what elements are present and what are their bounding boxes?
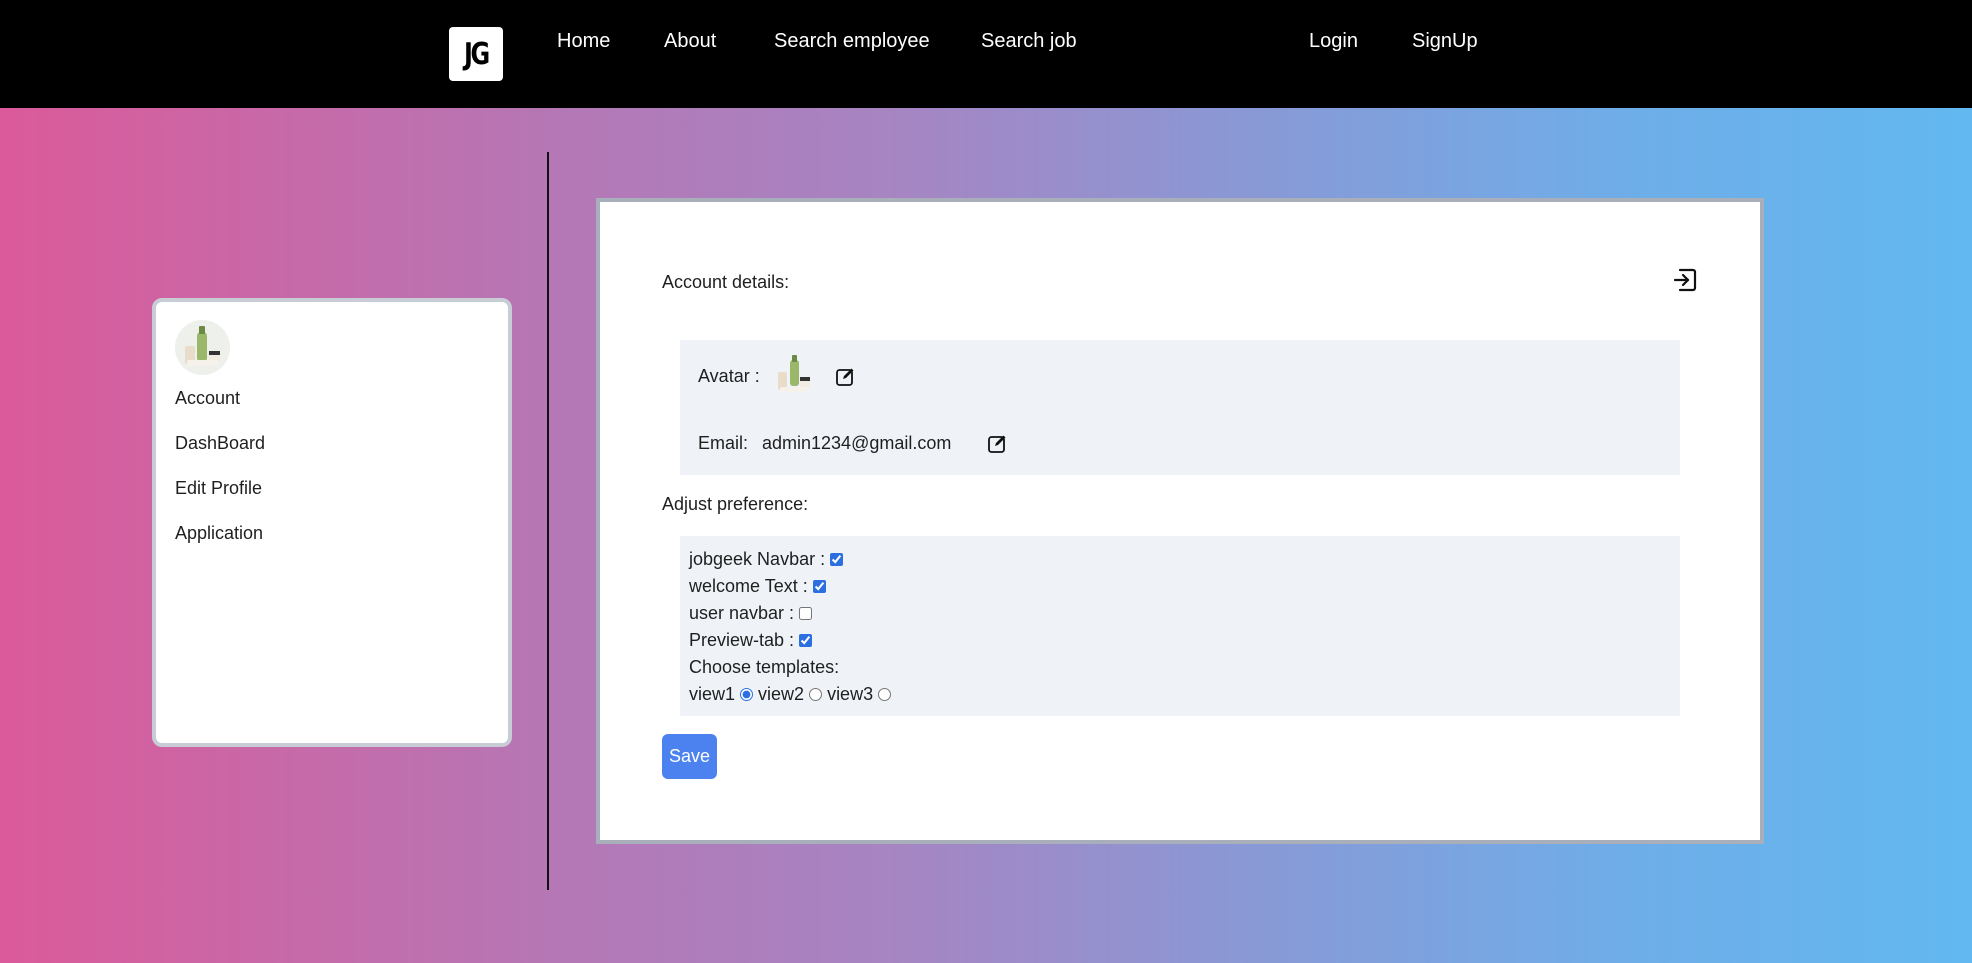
pref-user-navbar: user navbar : <box>689 600 813 626</box>
nav-login-link[interactable]: Login <box>1309 30 1358 53</box>
pref-preview-tab: Preview-tab : <box>689 627 813 653</box>
edit-email-icon[interactable] <box>987 434 1007 454</box>
top-navbar: JG Home About Search employee Search job… <box>0 0 1972 108</box>
pref-user-navbar-label: user navbar : <box>689 602 795 623</box>
pref-welcome-text: welcome Text : <box>689 573 826 599</box>
template-view3-label: view3 <box>827 683 874 704</box>
adjust-preference-title: Adjust preference: <box>662 494 809 514</box>
preferences-box: jobgeek Navbar : welcome Text : user nav… <box>680 536 1680 716</box>
sidebar-item-application[interactable]: Application <box>175 523 263 544</box>
sidebar-item-edit-profile[interactable]: Edit Profile <box>175 478 262 499</box>
sidebar-item-dashboard[interactable]: DashBoard <box>175 433 265 454</box>
template-view3-radio[interactable] <box>878 687 892 701</box>
template-view1-label: view1 <box>689 683 736 704</box>
template-radio-group: view1 view2 view3 <box>689 681 896 707</box>
nav-signup-link[interactable]: SignUp <box>1412 30 1478 53</box>
pref-user-navbar-checkbox[interactable] <box>799 606 813 620</box>
choose-templates-label: Choose templates: <box>689 656 840 677</box>
pref-jobgeek-navbar-checkbox[interactable] <box>830 552 844 566</box>
nav-home-link[interactable]: Home <box>557 30 610 53</box>
user-avatar <box>771 352 817 398</box>
sidebar-avatar <box>175 320 230 375</box>
nav-search-employee-link[interactable]: Search employee <box>774 30 930 53</box>
edit-avatar-icon[interactable] <box>835 367 855 387</box>
pref-welcome-text-checkbox[interactable] <box>812 579 826 593</box>
logo-text: JG <box>464 36 490 72</box>
email-value: admin1234@gmail.com <box>762 433 952 453</box>
product-bottles-avatar-icon <box>175 320 230 375</box>
nav-about-link[interactable]: About <box>664 30 716 53</box>
email-label: Email: <box>698 433 749 453</box>
pref-preview-tab-checkbox[interactable] <box>799 633 813 647</box>
avatar-label: Avatar : <box>698 366 760 386</box>
pref-jobgeek-navbar-label: jobgeek Navbar : <box>689 548 826 569</box>
logout-icon[interactable] <box>1671 266 1699 294</box>
account-details-box: Avatar : Email: admin1234@gmail.com <box>680 340 1680 475</box>
account-details-panel: Account details: Avatar : Email: admin12… <box>596 198 1764 844</box>
save-button[interactable]: Save <box>662 734 717 779</box>
account-details-title: Account details: <box>662 272 790 292</box>
template-view2-label: view2 <box>758 683 805 704</box>
nav-search-job-link[interactable]: Search job <box>981 30 1077 53</box>
vertical-divider <box>547 152 549 890</box>
jg-logo[interactable]: JG <box>449 27 503 81</box>
pref-welcome-text-label: welcome Text : <box>689 575 808 596</box>
pref-jobgeek-navbar: jobgeek Navbar : <box>689 546 844 572</box>
template-view2-radio[interactable] <box>809 687 823 701</box>
sidebar-item-account[interactable]: Account <box>175 388 240 409</box>
pref-preview-tab-label: Preview-tab : <box>689 629 795 650</box>
template-view1-radio[interactable] <box>740 687 754 701</box>
account-sidebar: Account DashBoard Edit Profile Applicati… <box>152 298 512 747</box>
product-bottles-avatar-icon <box>778 355 810 392</box>
